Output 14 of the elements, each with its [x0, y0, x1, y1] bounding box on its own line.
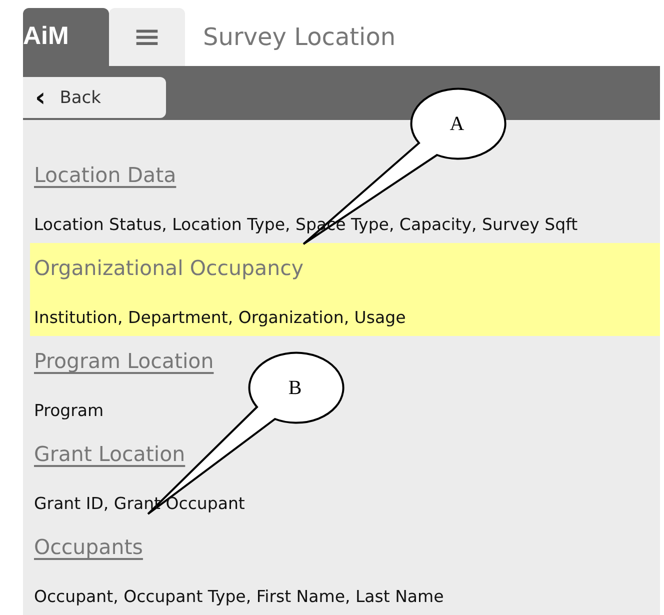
back-button[interactable]: ‹ Back [23, 77, 166, 118]
section-link[interactable]: Occupants [34, 532, 143, 562]
callout-label: B [288, 377, 302, 399]
section-fields: Occupant, Occupant Type, First Name, Last Name [34, 587, 444, 607]
section-fields: Program [34, 401, 104, 421]
page-title: Survey Location [202, 22, 396, 53]
menu-button[interactable]: ≡ [109, 8, 185, 66]
callout-label: A [450, 113, 464, 135]
section-link[interactable]: Program Location [34, 346, 214, 376]
section-link[interactable]: Location Data [34, 160, 176, 190]
section-link[interactable]: Organizational Occupancy [34, 253, 304, 283]
section-link[interactable]: Grant Location [34, 439, 186, 469]
app-logo: AiM [23, 8, 109, 66]
section-fields: Institution, Department, Organization, Usage [34, 308, 406, 328]
